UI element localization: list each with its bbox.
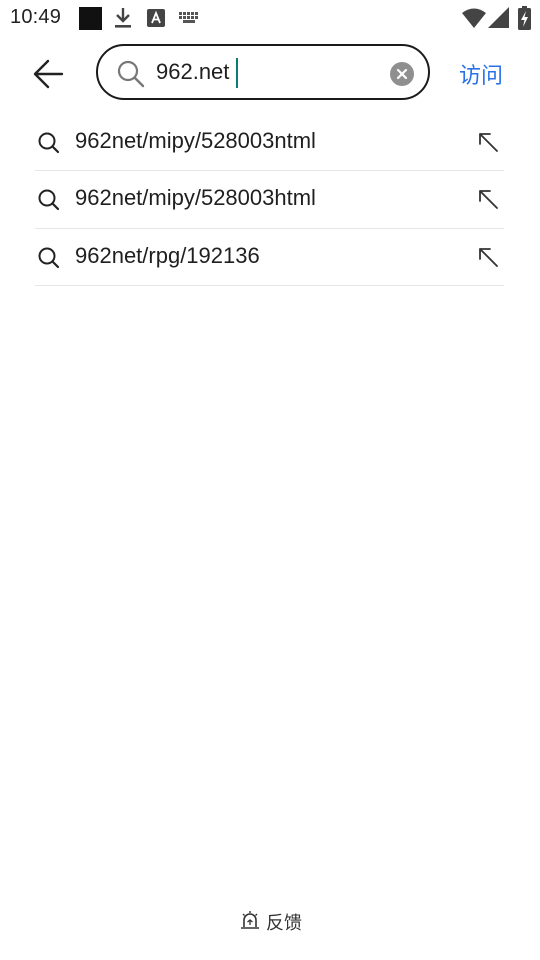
suggestion-text: 962net/mipy/528003ntml <box>75 128 316 153</box>
suggestion-item[interactable]: 962net/rpg/192136 <box>35 229 504 286</box>
suggestion-text: 962net/mipy/528003html <box>75 185 316 210</box>
back-arrow-icon <box>33 59 64 89</box>
fill-query-arrow-icon[interactable] <box>476 130 500 159</box>
search-input[interactable] <box>156 56 376 88</box>
status-time: 10:49 <box>10 6 62 28</box>
fill-query-arrow-icon[interactable] <box>476 245 500 274</box>
download-icon <box>114 7 132 34</box>
visit-button[interactable]: 访问 <box>459 58 503 90</box>
search-icon <box>37 188 61 217</box>
suggestion-item[interactable]: 962net/mipy/528003html <box>35 171 504 229</box>
feedback-label: 反馈 <box>266 913 302 934</box>
text-caret <box>236 58 238 88</box>
battery-charging-icon <box>518 6 531 35</box>
wifi-icon <box>462 8 486 33</box>
cell-signal-icon <box>488 7 510 34</box>
status-bar: 10:49 <box>0 0 540 36</box>
font-a-icon <box>147 9 165 32</box>
search-icon <box>116 59 146 94</box>
app-square-icon <box>79 7 102 35</box>
feedback-alarm-icon <box>240 910 260 935</box>
clear-button[interactable] <box>390 62 414 86</box>
back-button[interactable] <box>30 56 78 92</box>
search-icon <box>37 131 61 160</box>
clear-x-icon <box>396 68 408 80</box>
search-header: 访问 <box>0 36 540 114</box>
suggestion-list: 962net/mipy/528003ntml 962net/mipy/52800… <box>35 114 504 286</box>
search-box[interactable] <box>96 44 430 100</box>
search-icon <box>37 246 61 275</box>
suggestion-text: 962net/rpg/192136 <box>75 243 260 268</box>
suggestion-item[interactable]: 962net/mipy/528003ntml <box>35 114 504 171</box>
fill-query-arrow-icon[interactable] <box>476 187 500 216</box>
keyboard-icon <box>179 11 199 30</box>
